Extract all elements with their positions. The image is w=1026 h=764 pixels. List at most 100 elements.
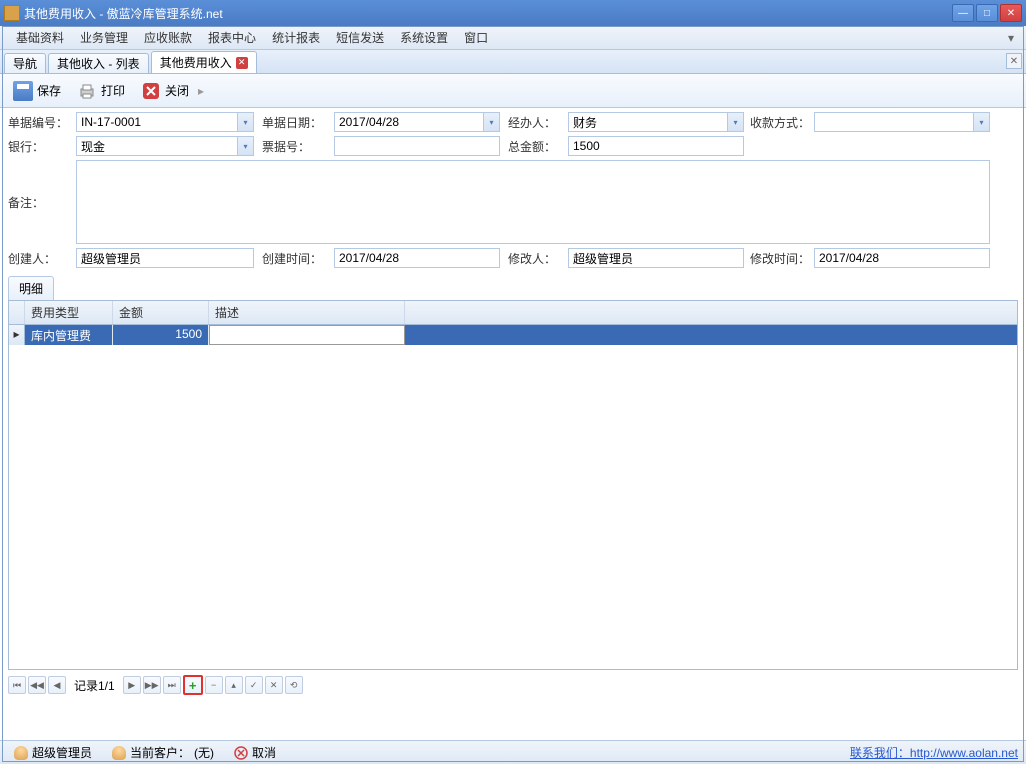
- grid-header: 费用类型 金额 描述: [9, 301, 1017, 325]
- nav-edit-button[interactable]: ▴: [225, 676, 243, 694]
- doc-no-input[interactable]: [76, 112, 254, 132]
- label-create-time: 创建时间：: [262, 250, 334, 267]
- tab-other-income[interactable]: 其他费用收入 ✕: [151, 51, 257, 73]
- modifier-input[interactable]: [568, 248, 744, 268]
- window-controls: — □ ✕: [952, 4, 1022, 22]
- contact-link[interactable]: 联系我们：http://www.aolan.net: [850, 744, 1018, 761]
- maximize-button[interactable]: □: [976, 4, 998, 22]
- save-icon: [13, 81, 33, 101]
- status-bar: 超级管理员 当前客户： (无) 取消 联系我们：http://www.aolan…: [0, 740, 1026, 764]
- toolbar-overflow-icon[interactable]: ▸: [198, 80, 204, 102]
- cell-type[interactable]: 库内管理费: [25, 325, 113, 345]
- creator-input[interactable]: [76, 248, 254, 268]
- nav-add-button[interactable]: +: [183, 675, 203, 695]
- status-client-label: 当前客户：: [130, 744, 190, 761]
- grid-header-amount[interactable]: 金额: [113, 301, 209, 324]
- app-icon: [4, 5, 20, 21]
- bank-input[interactable]: [76, 136, 254, 156]
- toolbar: 保存 打印 关闭 ▸: [0, 74, 1026, 108]
- record-navigator: ⏮ ◀◀ ◀ 记录1/1 ▶ ▶▶ ⏭ + − ▴ ✓ ✕ ⟲: [8, 674, 1018, 696]
- label-modifier: 修改人：: [508, 250, 568, 267]
- label-remark: 备注：: [8, 160, 76, 211]
- tab-label: 其他费用收入: [160, 54, 232, 71]
- menu-bar: 基础资料 业务管理 应收账款 报表中心 统计报表 短信发送 系统设置 窗口 ▾: [0, 26, 1026, 50]
- minimize-button[interactable]: —: [952, 4, 974, 22]
- nav-last-button[interactable]: ⏭: [163, 676, 181, 694]
- label-bank: 银行：: [8, 138, 76, 155]
- label-handler: 经办人：: [508, 114, 568, 131]
- window-title: 其他费用收入 - 傲蓝冷库管理系统.net: [24, 5, 952, 22]
- status-user-label: 超级管理员: [32, 744, 92, 761]
- dropdown-icon[interactable]: ▾: [727, 113, 743, 131]
- nav-next-page-button[interactable]: ▶▶: [143, 676, 161, 694]
- client-icon: [112, 746, 126, 760]
- status-user: 超级管理员: [8, 744, 98, 761]
- row-indicator-icon: ▸: [9, 325, 25, 345]
- modify-time-input[interactable]: [814, 248, 990, 268]
- label-pay-method: 收款方式：: [750, 114, 814, 131]
- dropdown-icon[interactable]: ▾: [483, 113, 499, 131]
- save-label: 保存: [37, 82, 61, 99]
- tab-strip-close-button[interactable]: ✕: [1006, 53, 1022, 69]
- cell-desc[interactable]: [209, 325, 405, 345]
- record-counter: 记录1/1: [68, 677, 121, 694]
- cancel-icon: [234, 746, 248, 760]
- detail-tab[interactable]: 明细: [8, 276, 54, 300]
- create-time-input[interactable]: [334, 248, 500, 268]
- tab-close-icon[interactable]: ✕: [236, 57, 248, 69]
- dropdown-icon[interactable]: ▾: [237, 137, 253, 155]
- nav-prev-page-button[interactable]: ◀◀: [28, 676, 46, 694]
- menu-business[interactable]: 业务管理: [72, 27, 136, 48]
- tab-label: 其他收入 - 列表: [57, 55, 140, 72]
- menu-receivable[interactable]: 应收账款: [136, 27, 200, 48]
- cell-amount[interactable]: 1500: [113, 325, 209, 345]
- nav-prev-button[interactable]: ◀: [48, 676, 66, 694]
- pay-method-input[interactable]: [814, 112, 990, 132]
- status-cancel-label: 取消: [252, 744, 276, 761]
- menu-stat-report[interactable]: 统计报表: [264, 27, 328, 48]
- grid-header-type[interactable]: 费用类型: [25, 301, 113, 324]
- menu-report-center[interactable]: 报表中心: [200, 27, 264, 48]
- nav-remove-button[interactable]: −: [205, 676, 223, 694]
- bill-no-input[interactable]: [334, 136, 500, 156]
- grid-body: ▸ 库内管理费 1500: [9, 325, 1017, 345]
- grid-row[interactable]: ▸ 库内管理费 1500: [9, 325, 1017, 345]
- print-icon: [77, 81, 97, 101]
- label-doc-date: 单据日期：: [262, 114, 334, 131]
- menu-window[interactable]: 窗口: [456, 27, 496, 48]
- close-button[interactable]: 关闭: [134, 78, 196, 104]
- remark-input[interactable]: [76, 160, 990, 244]
- nav-first-button[interactable]: ⏮: [8, 676, 26, 694]
- menu-overflow-icon[interactable]: ▾: [1004, 31, 1018, 45]
- close-label: 关闭: [165, 82, 189, 99]
- nav-refresh-button[interactable]: ⟲: [285, 676, 303, 694]
- nav-confirm-button[interactable]: ✓: [245, 676, 263, 694]
- grid-row-indicator-header: [9, 301, 25, 324]
- status-cancel[interactable]: 取消: [228, 744, 282, 761]
- status-client-value: (无): [194, 744, 214, 761]
- handler-input[interactable]: [568, 112, 744, 132]
- document-tab-strip: 导航 其他收入 - 列表 其他费用收入 ✕ ✕: [0, 50, 1026, 74]
- title-bar: 其他费用收入 - 傲蓝冷库管理系统.net — □ ✕: [0, 0, 1026, 26]
- print-button[interactable]: 打印: [70, 78, 132, 104]
- label-doc-no: 单据编号：: [8, 114, 76, 131]
- tab-income-list[interactable]: 其他收入 - 列表: [48, 53, 149, 73]
- detail-grid: 费用类型 金额 描述 ▸ 库内管理费 1500: [8, 300, 1018, 670]
- nav-cancel-button[interactable]: ✕: [265, 676, 283, 694]
- label-modify-time: 修改时间：: [750, 250, 814, 267]
- save-button[interactable]: 保存: [6, 78, 68, 104]
- doc-date-input[interactable]: [334, 112, 500, 132]
- label-total: 总金额：: [508, 138, 568, 155]
- menu-system[interactable]: 系统设置: [392, 27, 456, 48]
- tab-navigation[interactable]: 导航: [4, 53, 46, 73]
- menu-sms[interactable]: 短信发送: [328, 27, 392, 48]
- user-icon: [14, 746, 28, 760]
- label-bill-no: 票据号：: [262, 138, 334, 155]
- nav-next-button[interactable]: ▶: [123, 676, 141, 694]
- menu-basic-data[interactable]: 基础资料: [8, 27, 72, 48]
- dropdown-icon[interactable]: ▾: [237, 113, 253, 131]
- window-close-button[interactable]: ✕: [1000, 4, 1022, 22]
- total-input[interactable]: [568, 136, 744, 156]
- dropdown-icon[interactable]: ▾: [973, 113, 989, 131]
- grid-header-desc[interactable]: 描述: [209, 301, 405, 324]
